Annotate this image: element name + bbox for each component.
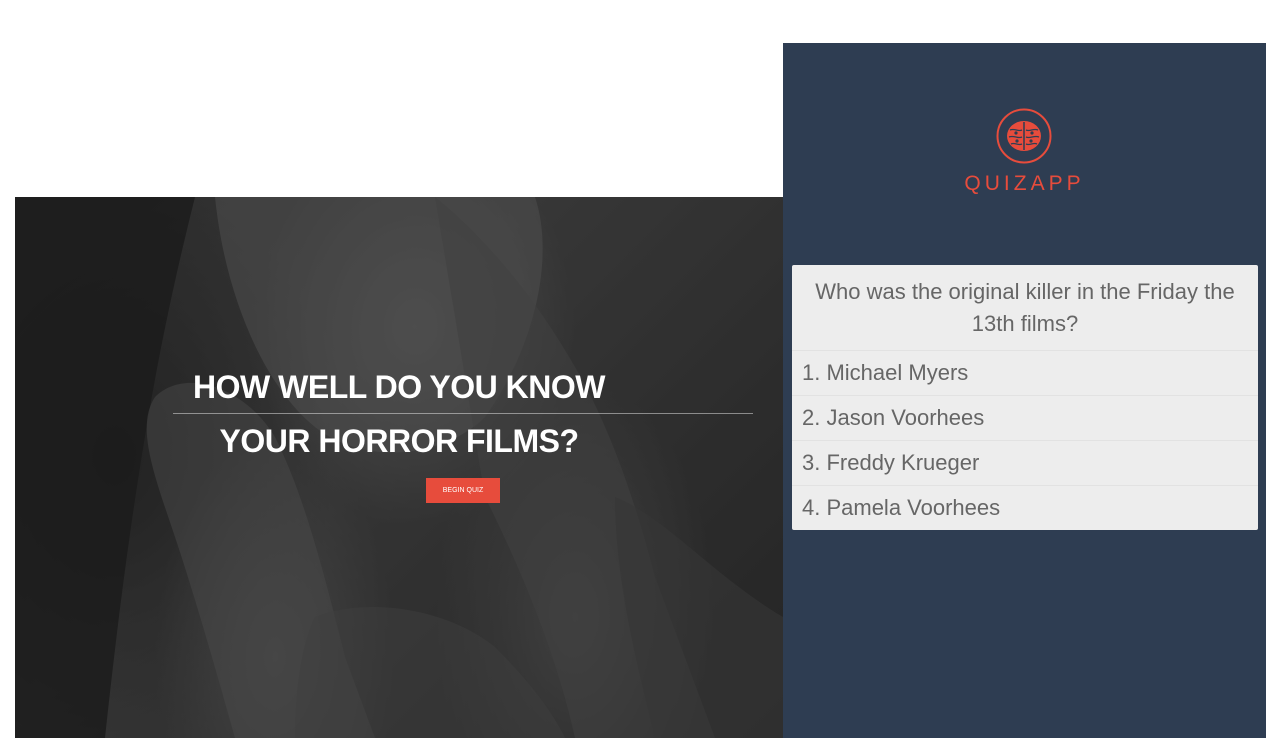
quiz-app-panel: QUIZAPP Who was the original killer in t…	[783, 43, 1266, 738]
answer-option-2[interactable]: 2. Jason Voorhees	[792, 396, 1258, 441]
hero-divider	[173, 413, 753, 414]
answer-option-3[interactable]: 3. Freddy Krueger	[792, 441, 1258, 486]
question-card: Who was the original killer in the Frida…	[792, 265, 1258, 530]
hero-title-line2: YOUR HORROR FILMS?	[219, 423, 579, 459]
hero-overlay	[15, 197, 783, 738]
app-logo-text: QUIZAPP	[964, 172, 1085, 195]
hero-banner: HOW WELL DO YOU KNOW YOUR HORROR FILMS? …	[15, 197, 783, 738]
begin-quiz-button[interactable]: BEGIN QUIZ	[426, 478, 500, 503]
answer-option-4[interactable]: 4. Pamela Voorhees	[792, 486, 1258, 530]
question-text: Who was the original killer in the Frida…	[792, 265, 1258, 351]
hero-title-line1: HOW WELL DO YOU KNOW	[193, 369, 605, 405]
answer-option-1[interactable]: 1. Michael Myers	[792, 351, 1258, 396]
brain-icon	[996, 108, 1052, 164]
